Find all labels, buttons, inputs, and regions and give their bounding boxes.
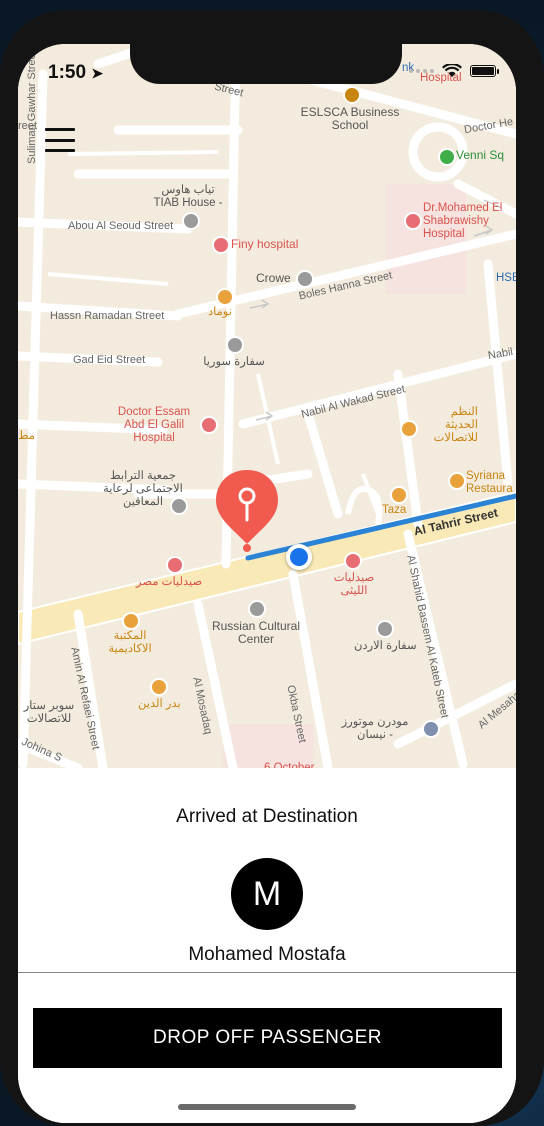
place-label: سوبر ستار للاتصالات (23, 700, 75, 725)
place-label: مودرن موتورز - نيسان (341, 716, 409, 741)
map-view[interactable]: Suliman Gawhar Street Abou Al Seoud Stre… (18, 44, 516, 774)
place-label: Doctor Essam Abd El Galil Hospital (117, 406, 191, 444)
restaurant-icon (448, 472, 466, 490)
place-label: سفارة الاردن (354, 640, 417, 652)
place-marker-icon (182, 212, 200, 230)
place-label: TIAB House - (153, 197, 223, 209)
place-label: Dr.Mohamed El Shabrawishy Hospital (423, 202, 503, 240)
restaurant-icon (390, 486, 408, 504)
place-label: Taza (382, 504, 407, 516)
place-label: النظم الحديثة للاتصالات (433, 406, 478, 444)
trip-status: Arrived at Destination (176, 806, 358, 827)
status-icons (409, 64, 499, 78)
signal-icon (409, 69, 434, 73)
restaurant-icon (216, 288, 234, 306)
phone-frame: Suliman Gawhar Street Abou Al Seoud Stre… (0, 10, 544, 1126)
place-label: Syriana Restaura (466, 470, 513, 495)
place-label: Venni Sq (456, 148, 505, 162)
place-label: HSB (496, 272, 516, 284)
place-marker-icon (248, 600, 266, 618)
drop-off-passenger-button[interactable]: DROP OFF PASSENGER (33, 1008, 502, 1068)
library-icon (122, 612, 140, 630)
place-label: صيدليات مصر (136, 576, 203, 588)
street-label: Abou Al Seoud Street (68, 220, 174, 232)
wifi-icon (442, 64, 462, 77)
place-label: مط (18, 430, 36, 442)
place-label: تياب هاوس (161, 184, 215, 196)
place-marker-icon (170, 497, 188, 515)
street-label: Hassn Ramadan Street (50, 310, 165, 322)
place-label: المكتبة الاكاديمية (108, 630, 152, 655)
status-time: 1:50 ➤ (48, 62, 104, 83)
battery-icon (470, 65, 499, 77)
passenger-name: Mohamed Mostafa (188, 944, 346, 965)
place-label: Russian Cultural Center (211, 619, 301, 646)
screen: Suliman Gawhar Street Abou Al Seoud Stre… (18, 44, 516, 1123)
shop-icon (150, 678, 168, 696)
place-label: صيدليات الليثى (333, 572, 375, 597)
menu-icon[interactable] (45, 128, 75, 152)
pharmacy-icon (344, 552, 362, 570)
notch (130, 44, 402, 84)
car-dealer-icon (422, 720, 440, 738)
hospital-icon (212, 236, 230, 254)
hospital-icon (404, 212, 422, 230)
street-label: Gad Eid Street (73, 354, 146, 366)
trip-panel: Arrived at Destination M Mohamed Mostafa… (18, 768, 516, 1123)
place-label: ESLSCA Business School (300, 105, 400, 132)
street-label: Suliman Gawhar Street (26, 50, 38, 164)
place-label: Crowe (256, 271, 291, 285)
divider (18, 972, 516, 973)
place-label: سفارة سوريا (203, 356, 265, 368)
pharmacy-icon (166, 556, 184, 574)
current-location-icon (286, 544, 312, 570)
place-marker-icon (226, 336, 244, 354)
place-label: بدر الدين (138, 698, 181, 710)
destination-pin-icon[interactable] (212, 466, 282, 556)
place-label: نوماد (208, 306, 232, 318)
place-marker-icon (376, 620, 394, 638)
hospital-icon (200, 416, 218, 434)
place-marker-icon (296, 270, 314, 288)
street-label: reet (18, 120, 37, 132)
avatar: M (231, 858, 303, 930)
location-arrow-icon: ➤ (91, 65, 104, 81)
shop-icon (400, 420, 418, 438)
park-icon (438, 148, 456, 166)
home-indicator[interactable] (178, 1104, 356, 1110)
place-label: Finy hospital (231, 237, 299, 251)
school-icon (343, 86, 361, 104)
